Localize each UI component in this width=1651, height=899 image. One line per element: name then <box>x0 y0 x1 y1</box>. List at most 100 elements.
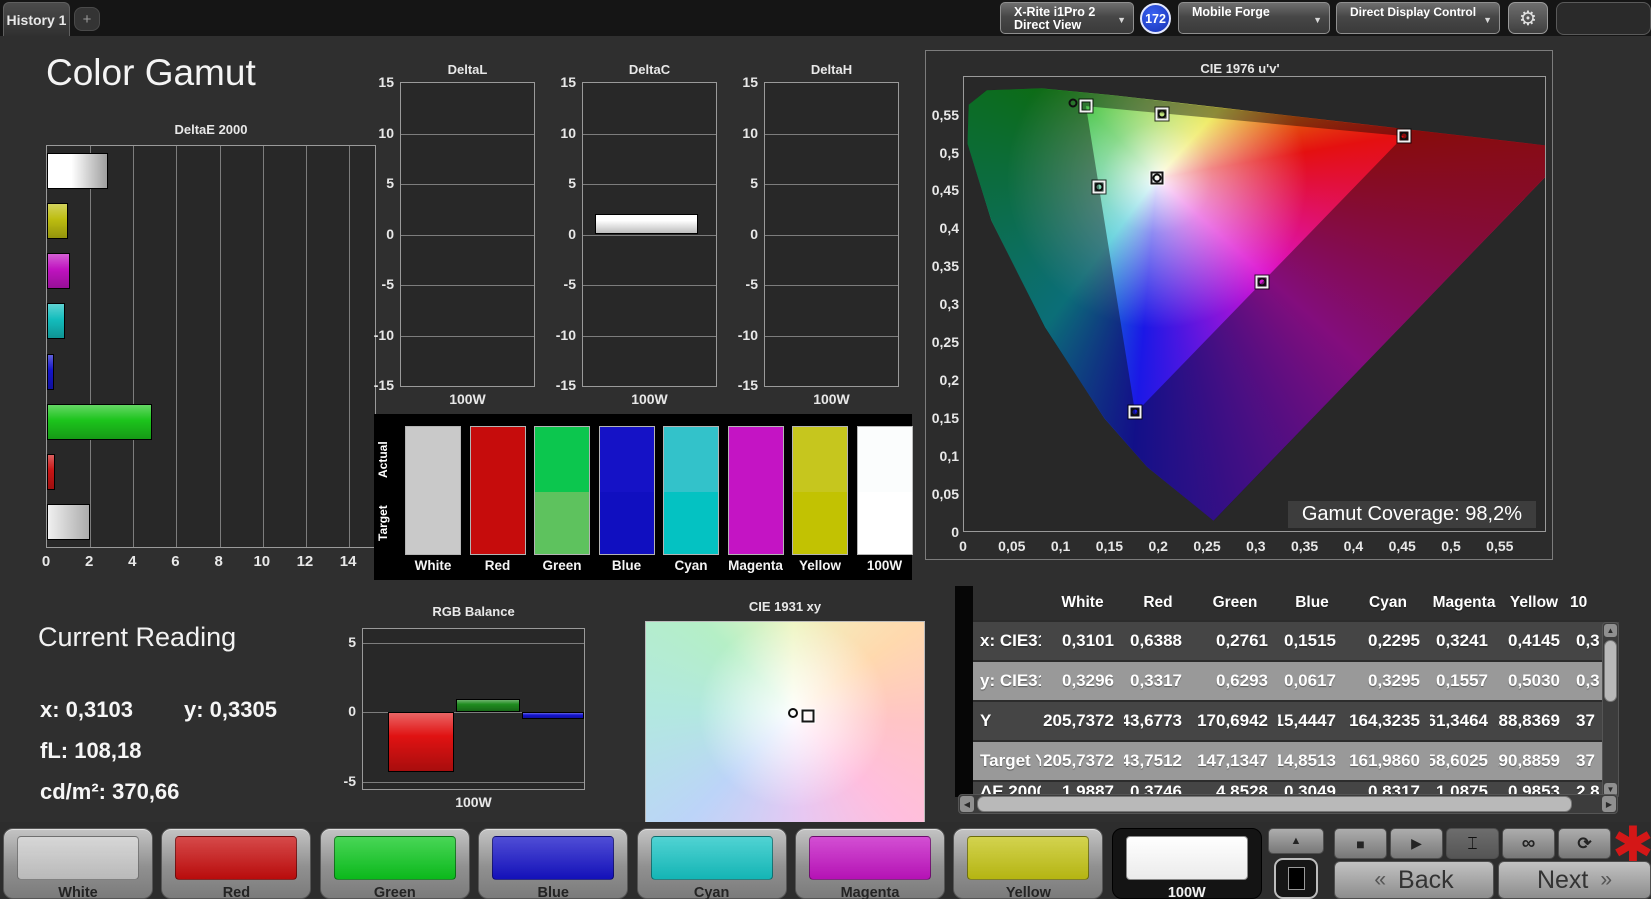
swatch-label: Cyan <box>674 558 708 573</box>
reading-cd: cd/m²: 370,66 <box>40 779 180 804</box>
swatch-100w <box>856 426 913 555</box>
pattern-button-yellow[interactable]: Yellow <box>953 828 1104 899</box>
table-cell: 161,9860 <box>1346 740 1430 780</box>
play-button[interactable]: ▶ <box>1390 828 1443 859</box>
green-measured-marker <box>1068 98 1078 108</box>
y-tick-label: -15 <box>373 377 394 393</box>
gridline <box>305 146 307 547</box>
pattern-button-blue[interactable]: Blue <box>478 828 629 899</box>
column-header-blue: Blue <box>1295 594 1329 611</box>
cie-1976-panel: CIE 1976 u'v' 0 0,05 0,1 0,15 0,2 0,25 0,3 0,35… <box>925 50 1553 560</box>
swatch-label: 100W <box>866 558 903 573</box>
reading-y: y: 0,3305 <box>184 697 277 722</box>
gridline <box>401 335 534 337</box>
pattern-button-100w[interactable]: 100W <box>1111 828 1262 899</box>
y-tick-label: 15 <box>742 74 758 90</box>
blue-measured-marker <box>1130 407 1140 417</box>
scroll-left-button[interactable]: ◀ <box>960 796 974 812</box>
y-tick-label: 5 <box>348 633 356 650</box>
table-cell: 0,2761 <box>1192 620 1278 660</box>
vertical-scroll-thumb[interactable] <box>1604 640 1617 702</box>
actual-row-label: Actual <box>376 441 390 478</box>
delta_h-chart <box>764 82 899 387</box>
swatch-target <box>857 492 912 554</box>
gridline <box>765 234 898 236</box>
table-cell: 0,4145 <box>1498 620 1570 660</box>
gridline <box>583 133 716 135</box>
table-horizontal-scrollbar[interactable]: ◀ ▶ <box>958 794 1618 814</box>
table-cell: 43,7512 <box>1124 740 1192 780</box>
swatch-target <box>599 492 654 554</box>
y-tick-label: 10 <box>378 124 394 141</box>
table-vertical-scrollbar[interactable]: ▲ ▼ <box>1602 622 1619 798</box>
x-tick-label: 12 <box>296 553 314 570</box>
delta_c-x-label: 100W <box>631 391 668 407</box>
delta-e-bar-white <box>47 503 90 540</box>
column-header-yellow: Yellow <box>1509 594 1559 611</box>
swatch-target <box>535 492 589 554</box>
horizontal-scroll-thumb[interactable] <box>977 796 1572 812</box>
y-tick-label: -5 <box>563 276 576 292</box>
source-select-button[interactable]: Mobile Forge ▼ <box>1178 2 1330 34</box>
cie-1931-plot <box>645 621 925 825</box>
gridline <box>401 234 534 236</box>
next-button[interactable]: Next » <box>1498 861 1651 899</box>
magenta-measured-marker <box>1257 277 1267 287</box>
delta-e-2000-chart <box>46 145 376 548</box>
add-tab-button[interactable]: + <box>74 7 100 31</box>
back-button[interactable]: « Back <box>1334 861 1494 899</box>
pattern-swatch <box>333 836 456 880</box>
page-title: Color Gamut <box>46 52 256 93</box>
y-tick-label: 0 <box>750 225 758 242</box>
display-select-button[interactable]: Direct Display Control ▼ <box>1336 2 1500 34</box>
pattern-button-white[interactable]: White <box>3 828 153 899</box>
v-tick-label: 0,2 <box>939 372 959 389</box>
delta_c-chart <box>582 82 717 387</box>
gridline <box>765 184 898 185</box>
swatch-target <box>470 492 525 554</box>
u-tick-label: 0,3 <box>1246 538 1266 554</box>
gridline <box>133 146 135 547</box>
table-cell: 0,2295 <box>1346 620 1430 660</box>
infinity-icon: ∞ <box>1521 832 1536 854</box>
pattern-button-green[interactable]: Green <box>319 828 470 899</box>
column-header-red: Red <box>1143 594 1173 611</box>
pattern-button-red[interactable]: Red <box>161 828 312 899</box>
swatch-cyan <box>663 426 719 555</box>
row-label-1: x: CIE31 <box>973 620 1041 660</box>
continuous-read-button[interactable]: ∞ <box>1502 828 1555 859</box>
swatch-label: Blue <box>611 558 642 573</box>
meter-select-button[interactable]: X-Rite i1Pro 2 Direct View ▼ <box>1000 2 1134 34</box>
pattern-swatch <box>1125 836 1248 880</box>
table-corner-cell <box>955 586 973 797</box>
window-size-button[interactable]: ⌶ <box>1446 828 1499 859</box>
table-cell: 205,7372 <box>1041 700 1124 740</box>
partial-toolbar-button[interactable] <box>1556 2 1651 35</box>
stop-button[interactable]: ■ <box>1334 828 1387 859</box>
settings-button[interactable]: ⚙ <box>1508 2 1548 34</box>
column-header-green: Green <box>1212 594 1258 611</box>
top-bar: History 1 + X-Rite i1Pro 2 Direct View ▼ … <box>0 0 1651 36</box>
pattern-label: Red <box>222 885 251 899</box>
row-label-4: Target Y <box>973 740 1041 780</box>
pattern-label: Green <box>373 885 416 899</box>
swatch-yellow <box>792 426 848 555</box>
green-target-marker <box>1079 99 1093 113</box>
pattern-swatch <box>17 836 139 880</box>
swatch-actual <box>664 427 718 492</box>
y-tick-label: 10 <box>560 124 576 141</box>
pattern-button-cyan[interactable]: Cyan <box>636 828 787 899</box>
pattern-button-magenta[interactable]: Magenta <box>795 828 945 899</box>
gridline <box>262 146 264 547</box>
refresh-button[interactable]: ⟳ <box>1558 828 1611 859</box>
table-cell: 0,6293 <box>1192 660 1278 700</box>
scroll-right-button[interactable]: ▶ <box>1602 796 1616 812</box>
tab-history-1[interactable]: History 1 <box>3 2 70 36</box>
gamut-coverage-label: Gamut Coverage: 98,2% <box>1287 501 1536 528</box>
y-tick-label: 5 <box>750 175 758 191</box>
app-window: History 1 + X-Rite i1Pro 2 Direct View ▼ … <box>0 0 1651 899</box>
scroll-up-button[interactable]: ▲ <box>1604 624 1617 637</box>
pattern-up-button[interactable]: ▲ <box>1268 828 1324 854</box>
pattern-window-toggle-button[interactable] <box>1274 858 1318 899</box>
delta_l-title: DeltaL <box>447 62 488 77</box>
